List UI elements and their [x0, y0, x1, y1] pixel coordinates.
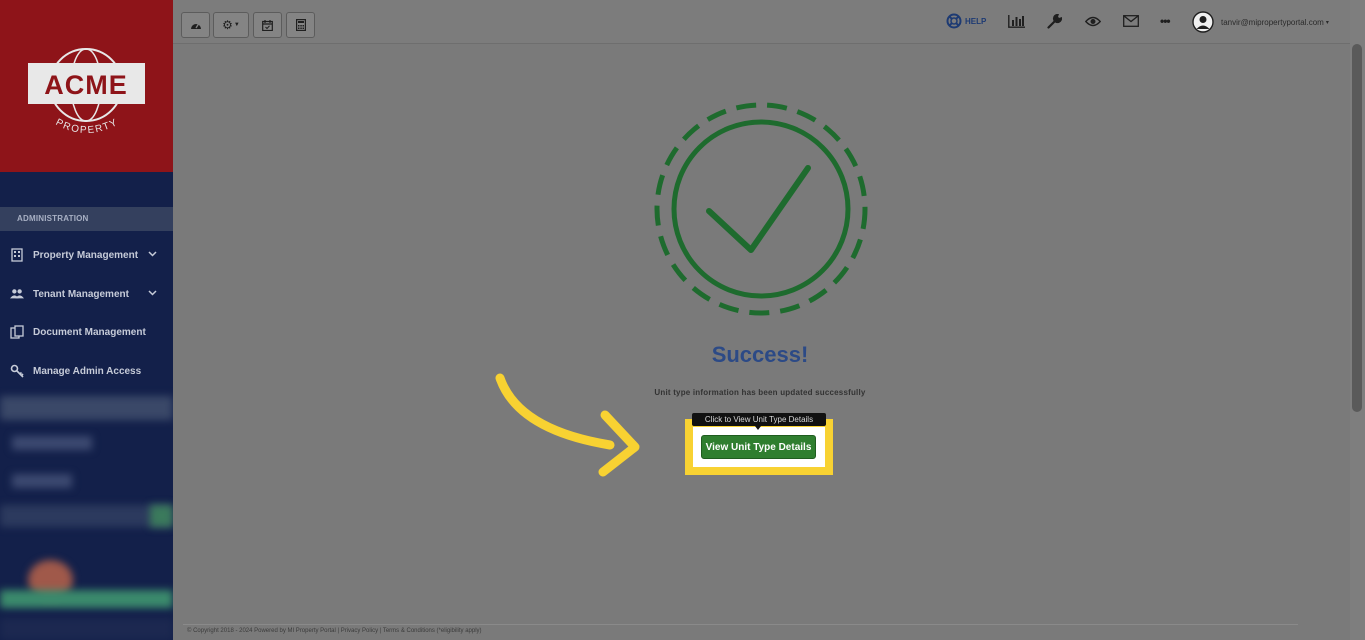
tooltip: Click to View Unit Type Details — [692, 413, 826, 426]
tooltip-arrow — [755, 426, 761, 430]
svg-text:ACME: ACME — [44, 70, 128, 100]
sidebar-item-label: Tenant Management — [33, 288, 129, 300]
settings-dropdown-button[interactable]: ⚙ ▼ — [213, 12, 249, 38]
blurred-nav-item — [12, 436, 92, 450]
eye-icon — [1085, 16, 1101, 26]
more-button[interactable]: ••• — [1160, 12, 1171, 30]
blurred-nav-item — [0, 505, 173, 527]
scrollbar-thumb[interactable] — [1352, 44, 1362, 412]
caret-down-icon: ▾ — [1325, 19, 1329, 26]
sidebar-item-manage-admin-access[interactable]: Manage Admin Access — [0, 356, 173, 386]
dashboard-button[interactable] — [181, 12, 210, 38]
user-menu[interactable]: tanvir@mipropertyportal.com ▾ — [1192, 11, 1329, 33]
sidebar: ACME PROPERTY ADMINISTRATION Property Ma… — [0, 0, 173, 640]
avatar — [1192, 11, 1214, 33]
help-label: HELP — [965, 16, 987, 26]
building-icon — [10, 248, 24, 262]
success-message: Unit type information has been updated s… — [654, 388, 866, 397]
messages-button[interactable] — [1123, 12, 1139, 30]
blurred-section-header — [0, 396, 173, 420]
envelope-icon — [1123, 15, 1139, 27]
sidebar-item-label: Document Management — [33, 326, 146, 338]
topbar — [173, 0, 1365, 44]
dashboard-icon — [190, 23, 201, 29]
chevron-down-icon — [148, 249, 157, 261]
users-icon — [10, 287, 24, 301]
bar-chart-icon — [1008, 14, 1025, 28]
reports-button[interactable] — [1008, 12, 1025, 30]
svg-text:PROPERTY: PROPERTY — [54, 117, 120, 136]
sidebar-item-label: Property Management — [33, 249, 139, 261]
view-button[interactable] — [1085, 12, 1101, 30]
ellipsis-icon: ••• — [1160, 14, 1171, 28]
calendar-icon — [262, 19, 273, 31]
calendar-button[interactable] — [253, 12, 282, 38]
section-header-administration: ADMINISTRATION — [0, 207, 173, 231]
footer: © Copyright 2018 - 2024 Powered by MI Pr… — [183, 624, 1298, 640]
blurred-nav-item — [12, 474, 72, 488]
blurred-status-bar — [0, 590, 173, 608]
success-title: Success! — [711, 342, 809, 367]
blurred-footer-icons — [0, 618, 173, 640]
success-check-icon — [654, 102, 868, 316]
acme-logo[interactable]: ACME PROPERTY — [18, 40, 154, 140]
help-button[interactable]: HELP — [946, 12, 986, 30]
wrench-icon — [1047, 13, 1062, 29]
key-icon — [10, 364, 24, 378]
help-lifebuoy-icon — [946, 13, 962, 29]
calculator-button[interactable] — [286, 12, 315, 38]
sidebar-item-document-management[interactable]: Document Management — [0, 317, 173, 347]
calculator-icon — [295, 19, 306, 31]
annotation-arrow-icon — [495, 373, 640, 477]
view-unit-type-details-button[interactable]: View Unit Type Details — [701, 435, 816, 459]
chevron-down-icon — [148, 288, 157, 300]
caret-down-icon: ▼ — [233, 22, 240, 28]
sidebar-item-tenant-management[interactable]: Tenant Management — [0, 279, 173, 309]
blurred-badge — [150, 505, 173, 527]
settings-icon: ⚙ — [222, 18, 233, 32]
sidebar-item-label: Manage Admin Access — [33, 365, 142, 377]
logo-area: ACME PROPERTY — [0, 0, 173, 172]
user-email: tanvir@mipropertyportal.com — [1221, 17, 1324, 27]
documents-icon — [10, 325, 24, 339]
sidebar-item-property-management[interactable]: Property Management — [0, 240, 173, 270]
tools-button[interactable] — [1047, 12, 1062, 30]
